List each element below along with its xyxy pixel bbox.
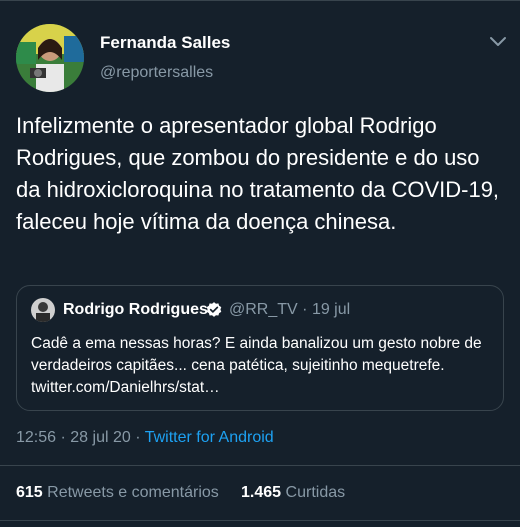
quoted-tweet[interactable]: Rodrigo Rodrigues @RR_TV · 19 jul Cadê a… [16, 285, 504, 411]
divider [0, 465, 520, 466]
likes-label: Curtidas [285, 484, 346, 501]
chevron-down-icon[interactable] [488, 34, 508, 50]
engagement-stats: 615 Retweets e comentários 1.465 Curtida… [16, 484, 345, 502]
quoted-meta: @RR_TV · 19 jul [229, 301, 350, 319]
verified-badge-icon [206, 302, 222, 317]
tweet-source-link[interactable]: Twitter for Android [145, 429, 274, 446]
quoted-author-name: Rodrigo Rodrigues [63, 301, 208, 318]
likes-count: 1.465 [241, 484, 282, 501]
author-name[interactable]: Fernanda Salles [100, 33, 230, 53]
meta-separator: · [60, 429, 66, 446]
quoted-text: Cadê a ema nessas horas? E ainda banaliz… [31, 335, 482, 396]
profile-photo-icon [16, 24, 84, 92]
tweet-date[interactable]: 28 jul 20 [70, 429, 131, 446]
quoted-handle: @RR_TV [229, 301, 298, 318]
author-handle[interactable]: @reportersalles [100, 64, 213, 82]
retweets-label: Retweets e comentários [47, 484, 219, 501]
meta-separator: · [135, 429, 141, 446]
top-divider [0, 0, 520, 1]
retweets-count: 615 [16, 484, 43, 501]
quoted-author-avatar [31, 298, 55, 322]
author-avatar[interactable] [16, 24, 84, 92]
quoted-date: 19 jul [311, 301, 351, 318]
quoted-separator: · [302, 301, 308, 318]
likes-stat[interactable]: 1.465 Curtidas [241, 484, 345, 501]
retweets-stat[interactable]: 615 Retweets e comentários [16, 484, 219, 501]
tweet-time[interactable]: 12:56 [16, 429, 56, 446]
profile-photo-icon [31, 298, 55, 322]
divider [0, 520, 520, 521]
tweet-meta: 12:56 · 28 jul 20 · Twitter for Android [16, 429, 274, 447]
tweet-text: Infelizmente o apresentador global Rodri… [16, 113, 500, 234]
